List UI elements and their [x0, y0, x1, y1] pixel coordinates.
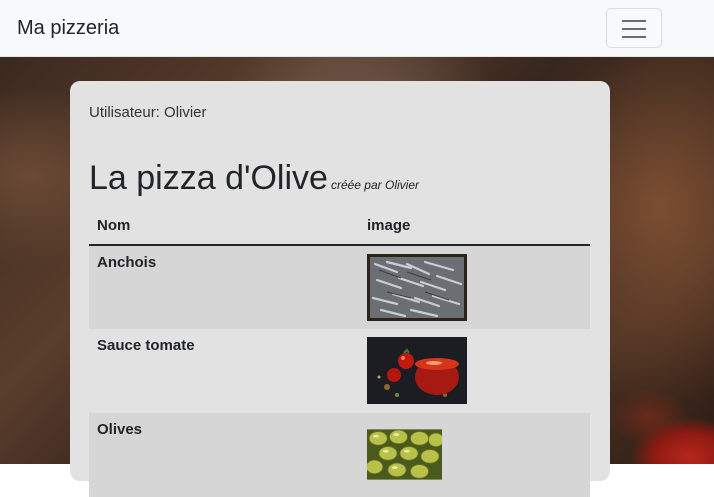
pizza-author: créée par Olivier: [330, 178, 419, 192]
pizza-card: Utilisateur: Olivier La pizza d'Olive cré…: [70, 81, 610, 497]
ingredient-name: Anchois: [89, 245, 359, 329]
menu-icon-bar: [622, 36, 646, 38]
ingredient-name: Sauce tomate: [97, 337, 195, 354]
ingredient-name: Olives: [89, 413, 359, 497]
pizza-title: La pizza d'Olive créée par Olivier: [89, 159, 419, 198]
table-row: Olives: [89, 413, 590, 497]
olives-image: [367, 429, 442, 480]
column-header-image: image: [359, 206, 590, 246]
tomato-sauce-image: [367, 337, 467, 404]
navbar: Ma pizzeria: [0, 0, 714, 57]
pizza-name: La pizza d'Olive: [89, 159, 328, 197]
column-header-name: Nom: [89, 206, 359, 246]
anchovies-image: [367, 254, 467, 321]
brand-link[interactable]: Ma pizzeria: [17, 17, 119, 40]
ingredients-table: Nom image Anchois Sauce tomate Olives: [89, 206, 590, 497]
menu-icon-bar: [622, 28, 646, 30]
menu-icon: [622, 20, 646, 22]
table-row: Sauce tomate: [89, 329, 590, 413]
table-row: Anchois: [89, 245, 590, 329]
menu-toggle-button[interactable]: [606, 8, 662, 48]
user-label: Utilisateur: Olivier: [89, 104, 207, 121]
